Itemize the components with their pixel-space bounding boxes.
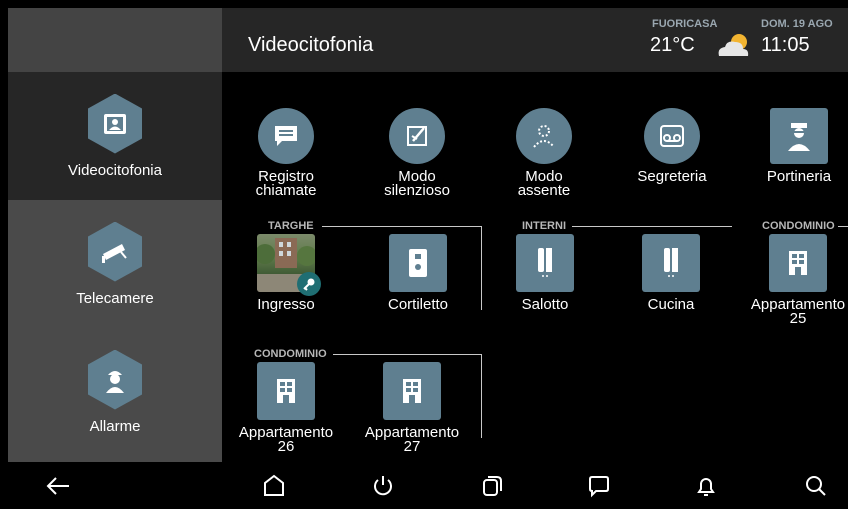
voicemail-icon <box>644 108 700 164</box>
action-label: Registro chiamate <box>255 168 317 199</box>
building-icon <box>769 234 827 292</box>
temperature: 21°C <box>650 34 695 56</box>
group-divider <box>333 354 482 355</box>
cucina-button[interactable]: Cucina <box>623 234 719 312</box>
action-label: Modo assente <box>517 168 571 199</box>
message-icon <box>589 476 609 498</box>
chat-icon <box>258 108 314 164</box>
weather-location: FUORICASA <box>652 18 718 30</box>
mute-icon <box>389 108 445 164</box>
portineria-button[interactable]: Portineria <box>751 108 847 184</box>
sidebar-item-label: Videocitofonia <box>68 161 162 179</box>
action-label: Modo silenzioso <box>384 168 450 199</box>
group-title-condominio: CONDOMINIO <box>762 220 835 232</box>
ingresso-button[interactable]: Ingresso <box>238 234 334 312</box>
sidebar-item-allarme[interactable]: Allarme <box>8 328 222 456</box>
group-title-targhe: TARGHE <box>268 220 314 232</box>
home-button[interactable] <box>258 470 290 502</box>
intercom-label: Ingresso <box>257 296 315 313</box>
building-icon <box>257 362 315 420</box>
action-label: Segreteria <box>637 168 707 185</box>
intercom-label: Cortiletto <box>387 296 449 313</box>
cortiletto-button[interactable]: Cortiletto <box>370 234 466 312</box>
camera-icon <box>88 221 142 282</box>
modo-silenzioso-button[interactable]: Modo silenzioso <box>369 108 465 198</box>
action-label: Portineria <box>766 168 832 185</box>
appartamento-26-button[interactable]: Appartamento 26 <box>236 362 336 454</box>
messages-button[interactable] <box>583 470 615 502</box>
search-button[interactable] <box>800 470 832 502</box>
sidebar-item-videocitofonia[interactable]: Videocitofonia <box>8 72 222 200</box>
group-title-interni: INTERNI <box>522 220 566 232</box>
modo-assente-button[interactable]: Modo assente <box>496 108 592 198</box>
main-panel: Registro chiamate Modo silenzioso Modo a… <box>222 72 848 462</box>
recent-apps-icon <box>483 476 502 496</box>
guard-icon <box>88 349 142 410</box>
recent-apps-button[interactable] <box>476 470 508 502</box>
power-button[interactable] <box>367 470 399 502</box>
sidebar-item-label: Allarme <box>89 417 141 435</box>
power-icon <box>374 476 392 496</box>
handset-icon <box>642 234 700 292</box>
back-arrow-icon <box>46 477 69 495</box>
intercom-label: Appartamento 26 <box>238 424 334 455</box>
sidebar-item-label: Telecamere <box>76 289 154 307</box>
intercom-label: Salotto <box>521 296 569 313</box>
handset-icon <box>516 234 574 292</box>
bell-icon <box>697 478 715 496</box>
intercom-label: Appartamento 27 <box>364 424 460 455</box>
salotto-button[interactable]: Salotto <box>497 234 593 312</box>
partly-cloudy-icon <box>715 32 753 63</box>
appartamento-27-button[interactable]: Appartamento 27 <box>362 362 462 454</box>
segreteria-button[interactable]: Segreteria <box>624 108 720 184</box>
group-divider <box>481 226 482 310</box>
header: Videocitofonia FUORICASA 21°C DOM. 19 AG… <box>222 8 848 72</box>
page-title: Videocitofonia <box>248 34 374 56</box>
back-button[interactable] <box>42 470 74 502</box>
key-icon <box>297 272 321 296</box>
group-divider <box>838 226 848 227</box>
search-icon <box>806 476 826 496</box>
entrance-photo <box>257 234 321 296</box>
group-divider <box>481 354 482 438</box>
appartamento-25-button[interactable]: Appartamento 25 <box>750 234 846 326</box>
concierge-icon <box>770 108 828 164</box>
intercom-label: Cucina <box>647 296 695 313</box>
group-divider <box>322 226 482 227</box>
notifications-button[interactable] <box>690 470 722 502</box>
home-icon <box>264 474 284 496</box>
group-title-condominio: CONDOMINIO <box>254 348 327 360</box>
sidebar-top <box>8 8 222 72</box>
date: DOM. 19 AGO <box>761 18 833 30</box>
group-divider <box>572 226 732 227</box>
intercom-label: Appartamento 25 <box>750 296 846 327</box>
clock: 11:05 <box>761 34 810 56</box>
doorbell-icon <box>389 234 447 292</box>
sidebar-item-telecamere[interactable]: Telecamere <box>8 200 222 328</box>
registro-chiamate-button[interactable]: Registro chiamate <box>238 108 334 198</box>
away-icon <box>516 108 572 164</box>
intercom-screen-icon <box>88 93 142 154</box>
system-navbar <box>0 462 848 509</box>
building-icon <box>383 362 441 420</box>
sidebar: Videocitofonia Telecamere Allarme <box>8 8 222 509</box>
